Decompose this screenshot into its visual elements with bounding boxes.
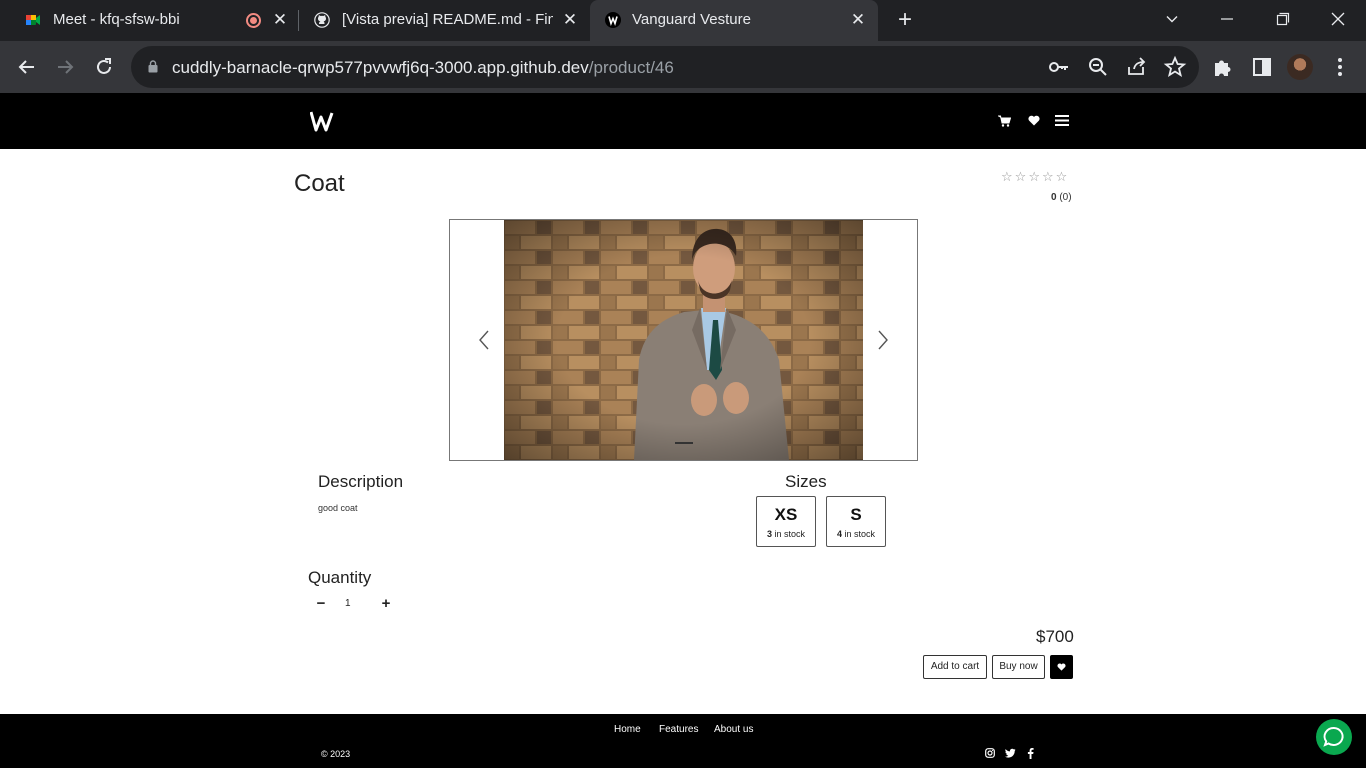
rating-stars[interactable]: ☆☆☆☆☆ — [1001, 169, 1069, 185]
zoom-out-icon[interactable] — [1086, 55, 1110, 79]
share-icon[interactable] — [1125, 55, 1149, 79]
footer-link-about[interactable]: About us — [714, 724, 753, 735]
tab-separator — [298, 10, 299, 31]
quantity-value[interactable]: 1 — [345, 598, 351, 609]
star-icon[interactable]: ☆ — [1028, 169, 1042, 184]
menu-icon[interactable] — [1055, 114, 1069, 127]
close-window-icon[interactable] — [1326, 7, 1350, 31]
product-title: Coat — [294, 170, 345, 197]
tab-readme[interactable]: [Vista previa] README.md - Final ✕ — [300, 0, 590, 41]
copyright-text: © 2023 — [321, 749, 351, 759]
tab-search-icon[interactable] — [1160, 7, 1184, 31]
size-stock: 4 in stock — [827, 529, 885, 539]
carousel-indicator[interactable] — [675, 442, 693, 444]
size-option-s[interactable]: S 4 in stock — [826, 496, 886, 547]
bookmark-star-icon[interactable] — [1163, 55, 1187, 79]
product-price: $700 — [1036, 627, 1074, 646]
site-logo-icon[interactable] — [310, 110, 334, 132]
more-menu-icon[interactable] — [1328, 55, 1352, 79]
url-text[interactable]: cuddly-barnacle-qrwp577pvvwfj6q-3000.app… — [172, 58, 674, 78]
minimize-window-icon[interactable] — [1215, 7, 1239, 31]
facebook-icon[interactable] — [1027, 748, 1034, 759]
browser-toolbar: cuddly-barnacle-qrwp577pvvwfj6q-3000.app… — [0, 41, 1366, 93]
tab-meet[interactable]: Meet - kfq-sfsw-bbi ✕ — [0, 0, 298, 41]
twitter-icon[interactable] — [1005, 748, 1016, 758]
rating-value: 0 — [1051, 192, 1057, 203]
product-image-carousel — [449, 219, 918, 461]
footer-link-home[interactable]: Home — [614, 724, 641, 735]
side-panel-icon[interactable] — [1250, 55, 1274, 79]
close-tab-icon[interactable]: ✕ — [560, 10, 580, 30]
recording-icon — [246, 13, 261, 28]
url-host: cuddly-barnacle-qrwp577pvvwfj6q-3000.app… — [172, 58, 589, 77]
close-tab-icon[interactable]: ✕ — [270, 10, 290, 30]
size-label: S — [850, 505, 862, 524]
tab-title: Vanguard Vesture — [632, 11, 751, 28]
new-tab-button[interactable]: + — [893, 8, 917, 32]
reload-button[interactable] — [92, 55, 116, 79]
close-tab-icon[interactable]: ✕ — [848, 10, 868, 30]
instagram-icon[interactable] — [985, 748, 995, 758]
stock-count: 4 — [836, 529, 842, 539]
heart-icon[interactable] — [1028, 115, 1040, 126]
add-to-wishlist-button[interactable] — [1050, 655, 1073, 679]
tab-title: Meet - kfq-sfsw-bbi — [53, 11, 180, 28]
site-logo-icon — [605, 12, 621, 28]
profile-avatar[interactable] — [1287, 54, 1313, 80]
description-heading: Description — [318, 472, 404, 491]
site-footer: Home Features About us © 2023 — [0, 714, 1366, 768]
site-header — [0, 93, 1366, 149]
carousel-prev-button[interactable] — [474, 328, 494, 352]
google-meet-icon — [26, 15, 40, 25]
stock-suffix: in stock — [774, 529, 806, 539]
forward-button[interactable] — [53, 55, 77, 79]
stock-count: 3 — [766, 529, 772, 539]
password-key-icon[interactable] — [1047, 55, 1071, 79]
add-to-cart-button[interactable]: Add to cart — [923, 655, 987, 679]
rating-count: (0) — [1059, 192, 1072, 203]
description-text: good coat — [318, 503, 358, 513]
extensions-puzzle-icon[interactable] — [1211, 55, 1235, 79]
tab-title: [Vista previa] README.md - Final — [342, 11, 553, 28]
carousel-next-button[interactable] — [873, 328, 893, 352]
stock-suffix: in stock — [844, 529, 876, 539]
star-icon[interactable]: ☆ — [1015, 169, 1029, 184]
tab-vanguard-vesture[interactable]: Vanguard Vesture ✕ — [590, 0, 878, 41]
size-stock: 3 in stock — [757, 529, 815, 539]
browser-tab-strip: Meet - kfq-sfsw-bbi ✕ [Vista previa] REA… — [0, 0, 1366, 41]
star-icon[interactable]: ☆ — [1056, 169, 1070, 184]
github-icon — [314, 12, 330, 28]
chat-icon — [1323, 727, 1344, 747]
quantity-decrease-button[interactable]: − — [314, 596, 328, 612]
chat-widget-button[interactable] — [1316, 719, 1352, 755]
star-icon[interactable]: ☆ — [1042, 169, 1056, 184]
footer-link-features[interactable]: Features — [659, 724, 698, 735]
buy-now-button[interactable]: Buy now — [992, 655, 1045, 679]
sizes-heading: Sizes — [785, 472, 827, 491]
back-button[interactable] — [15, 55, 39, 79]
star-icon[interactable]: ☆ — [1001, 169, 1015, 184]
product-photo — [504, 220, 863, 460]
size-label: XS — [774, 505, 798, 524]
restore-window-icon[interactable] — [1271, 7, 1295, 31]
url-path: /product/46 — [588, 58, 674, 77]
quantity-increase-button[interactable]: + — [379, 596, 393, 612]
rating-summary: 0 (0) — [1051, 192, 1072, 203]
size-option-xs[interactable]: XS 3 in stock — [756, 496, 816, 547]
heart-icon — [1057, 663, 1066, 671]
quantity-heading: Quantity — [308, 568, 372, 587]
lock-icon[interactable] — [148, 60, 158, 73]
cart-icon[interactable] — [998, 115, 1011, 127]
